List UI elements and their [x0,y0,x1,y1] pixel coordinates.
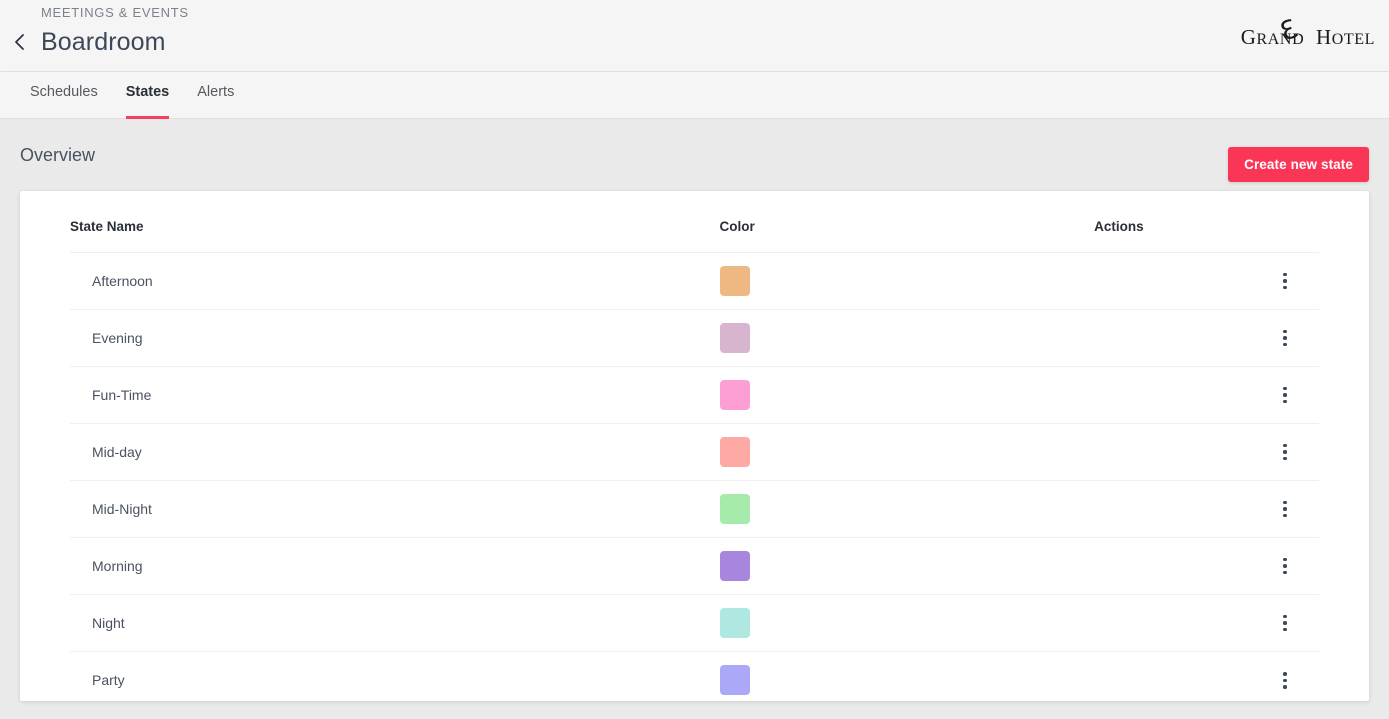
kebab-menu-icon[interactable] [1273,440,1297,464]
brand-g: G [1241,25,1257,49]
color-swatch [720,266,750,296]
table-row: Fun-Time [70,367,1319,424]
tab-alerts[interactable]: Alerts [183,72,248,119]
state-actions-cell [1094,652,1319,702]
brand-logo-text: GRAND HOTEL [1241,25,1375,50]
column-header-state-name: State Name [70,191,719,253]
color-swatch [720,380,750,410]
brand-otel: OTEL [1332,31,1375,48]
page-header: MEETINGS & EVENTS Boardroom ℇ GRAND HOTE… [0,0,1389,72]
table-row: Party [70,652,1319,702]
table-row: Afternoon [70,253,1319,310]
state-color-cell [719,538,1094,595]
table-row: Morning [70,538,1319,595]
state-name-cell: Evening [70,310,719,367]
state-actions-cell [1094,310,1319,367]
state-actions-cell [1094,253,1319,310]
breadcrumb: MEETINGS & EVENTS [41,5,189,20]
state-color-cell [719,652,1094,702]
kebab-menu-icon[interactable] [1273,554,1297,578]
color-swatch [720,608,750,638]
state-name-cell: Party [70,652,719,702]
state-color-cell [719,367,1094,424]
table-row: Mid-Night [70,481,1319,538]
color-swatch [720,323,750,353]
table-row: Evening [70,310,1319,367]
column-header-actions: Actions [1094,191,1319,253]
table-header: State Name Color Actions [70,191,1319,253]
states-table: State Name Color Actions Afternoon Eve [70,191,1319,701]
state-name-cell: Afternoon [70,253,719,310]
color-swatch [720,665,750,695]
overview-heading: Overview [20,145,95,166]
table-row: Mid-day [70,424,1319,481]
state-actions-cell [1094,538,1319,595]
create-new-state-button[interactable]: Create new state [1228,147,1369,182]
state-name-cell: Fun-Time [70,367,719,424]
state-color-cell [719,595,1094,652]
state-name-cell: Night [70,595,719,652]
back-button[interactable] [8,30,32,54]
overview-bar: Overview Create new state [20,119,1369,191]
tab-bar: Schedules States Alerts [0,72,1389,119]
tab-schedules[interactable]: Schedules [16,72,112,119]
color-swatch [720,551,750,581]
state-actions-cell [1094,481,1319,538]
brand-h: H [1316,25,1332,49]
table-header-row: State Name Color Actions [70,191,1319,253]
states-card: State Name Color Actions Afternoon Eve [20,191,1369,701]
state-actions-cell [1094,367,1319,424]
chevron-left-icon [13,33,27,51]
kebab-menu-icon[interactable] [1273,668,1297,692]
brand-rand: RAND [1257,31,1305,48]
color-swatch [720,494,750,524]
main-content: Overview Create new state State Name Col… [0,119,1389,719]
kebab-menu-icon[interactable] [1273,497,1297,521]
state-color-cell [719,253,1094,310]
page-title: Boardroom [41,28,166,57]
state-color-cell [719,424,1094,481]
state-actions-cell [1094,595,1319,652]
kebab-menu-icon[interactable] [1273,326,1297,350]
kebab-menu-icon[interactable] [1273,383,1297,407]
table-row: Night [70,595,1319,652]
column-header-color: Color [719,191,1094,253]
state-name-cell: Mid-day [70,424,719,481]
kebab-menu-icon[interactable] [1273,611,1297,635]
state-name-cell: Mid-Night [70,481,719,538]
table-body: Afternoon Evening [70,253,1319,702]
color-swatch [720,437,750,467]
state-name-cell: Morning [70,538,719,595]
state-color-cell [719,310,1094,367]
tab-states[interactable]: States [112,72,184,119]
kebab-menu-icon[interactable] [1273,269,1297,293]
state-actions-cell [1094,424,1319,481]
brand-logo: ℇ GRAND HOTEL [1195,16,1375,56]
state-color-cell [719,481,1094,538]
